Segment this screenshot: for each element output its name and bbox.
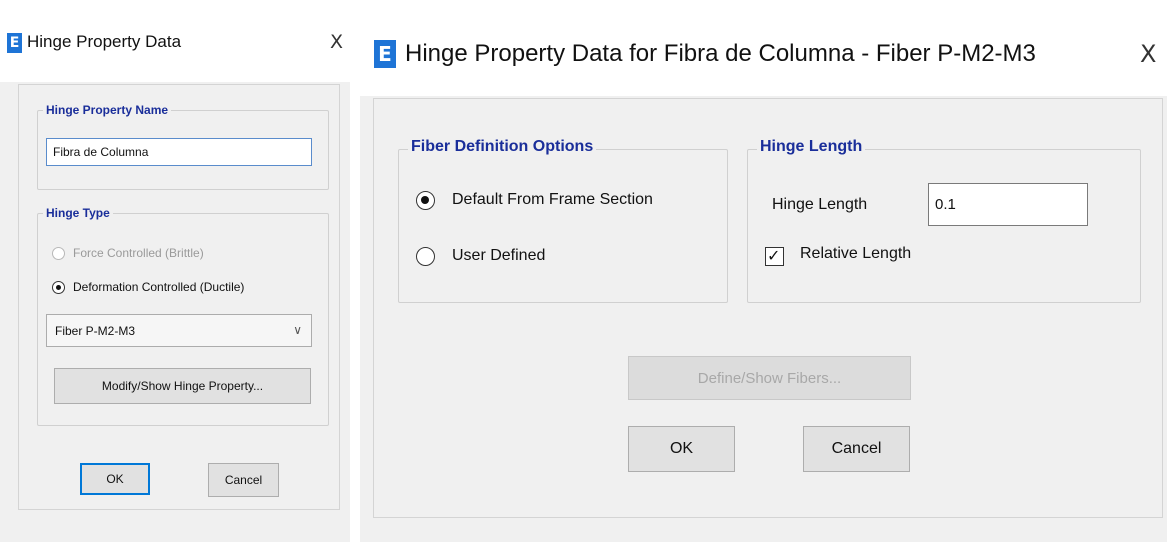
left-ok-button[interactable]: OK (80, 463, 150, 495)
default-from-frame-section-radio[interactable] (416, 191, 435, 210)
right-dialog-title: Hinge Property Data for Fibra de Columna… (405, 40, 1036, 67)
hinge-property-name-input[interactable]: Fibra de Columna (46, 138, 312, 166)
hinge-type-dropdown[interactable]: Fiber P-M2-M3 ∨ (46, 314, 312, 347)
right-cancel-button[interactable]: Cancel (803, 426, 910, 472)
left-dialog-title: Hinge Property Data (27, 32, 182, 51)
check-icon: ✓ (767, 246, 781, 265)
force-controlled-label: Force Controlled (Brittle) (73, 246, 204, 260)
define-show-fibers-button[interactable]: Define/Show Fibers... (628, 356, 911, 400)
chevron-down-icon: ∨ (293, 323, 302, 337)
user-defined-label: User Defined (452, 247, 546, 264)
deformation-controlled-radio[interactable] (52, 281, 65, 294)
right-title-bar: E Hinge Property Data for Fibra de Colum… (360, 0, 1167, 96)
hinge-length-label: Hinge Length (772, 196, 868, 213)
etabs-app-icon: E (7, 33, 22, 53)
fiber-hinge-property-dialog: E Hinge Property Data for Fibra de Colum… (360, 0, 1167, 542)
hinge-property-data-dialog: E Hinge Property Data X Hinge Property N… (0, 0, 350, 542)
force-controlled-radio[interactable] (52, 247, 65, 260)
hinge-type-dropdown-value: Fiber P-M2-M3 (55, 323, 136, 338)
left-close-icon[interactable]: X (330, 31, 343, 53)
hinge-length-input[interactable]: 0.1 (928, 183, 1088, 226)
default-from-frame-section-label: Default From Frame Section (452, 191, 653, 208)
left-title-bar: E Hinge Property Data X (0, 0, 350, 82)
hinge-property-name-legend: Hinge Property Name (43, 103, 172, 117)
relative-length-checkbox[interactable]: ✓ (765, 246, 784, 266)
fiber-definition-options-legend: Fiber Definition Options (408, 138, 597, 156)
user-defined-radio[interactable] (416, 247, 435, 266)
deformation-controlled-label: Deformation Controlled (Ductile) (73, 280, 245, 294)
hinge-length-group: Hinge Length (747, 138, 1141, 303)
left-cancel-button[interactable]: Cancel (208, 463, 279, 497)
hinge-length-legend: Hinge Length (757, 138, 866, 156)
right-ok-button[interactable]: OK (628, 426, 735, 472)
relative-length-label: Relative Length (800, 245, 912, 262)
etabs-app-icon: E (374, 40, 396, 68)
modify-show-hinge-property-button[interactable]: Modify/Show Hinge Property... (54, 368, 311, 404)
fiber-definition-options-group: Fiber Definition Options (398, 138, 728, 303)
right-close-icon[interactable]: X (1140, 40, 1156, 68)
hinge-type-legend: Hinge Type (43, 206, 113, 220)
